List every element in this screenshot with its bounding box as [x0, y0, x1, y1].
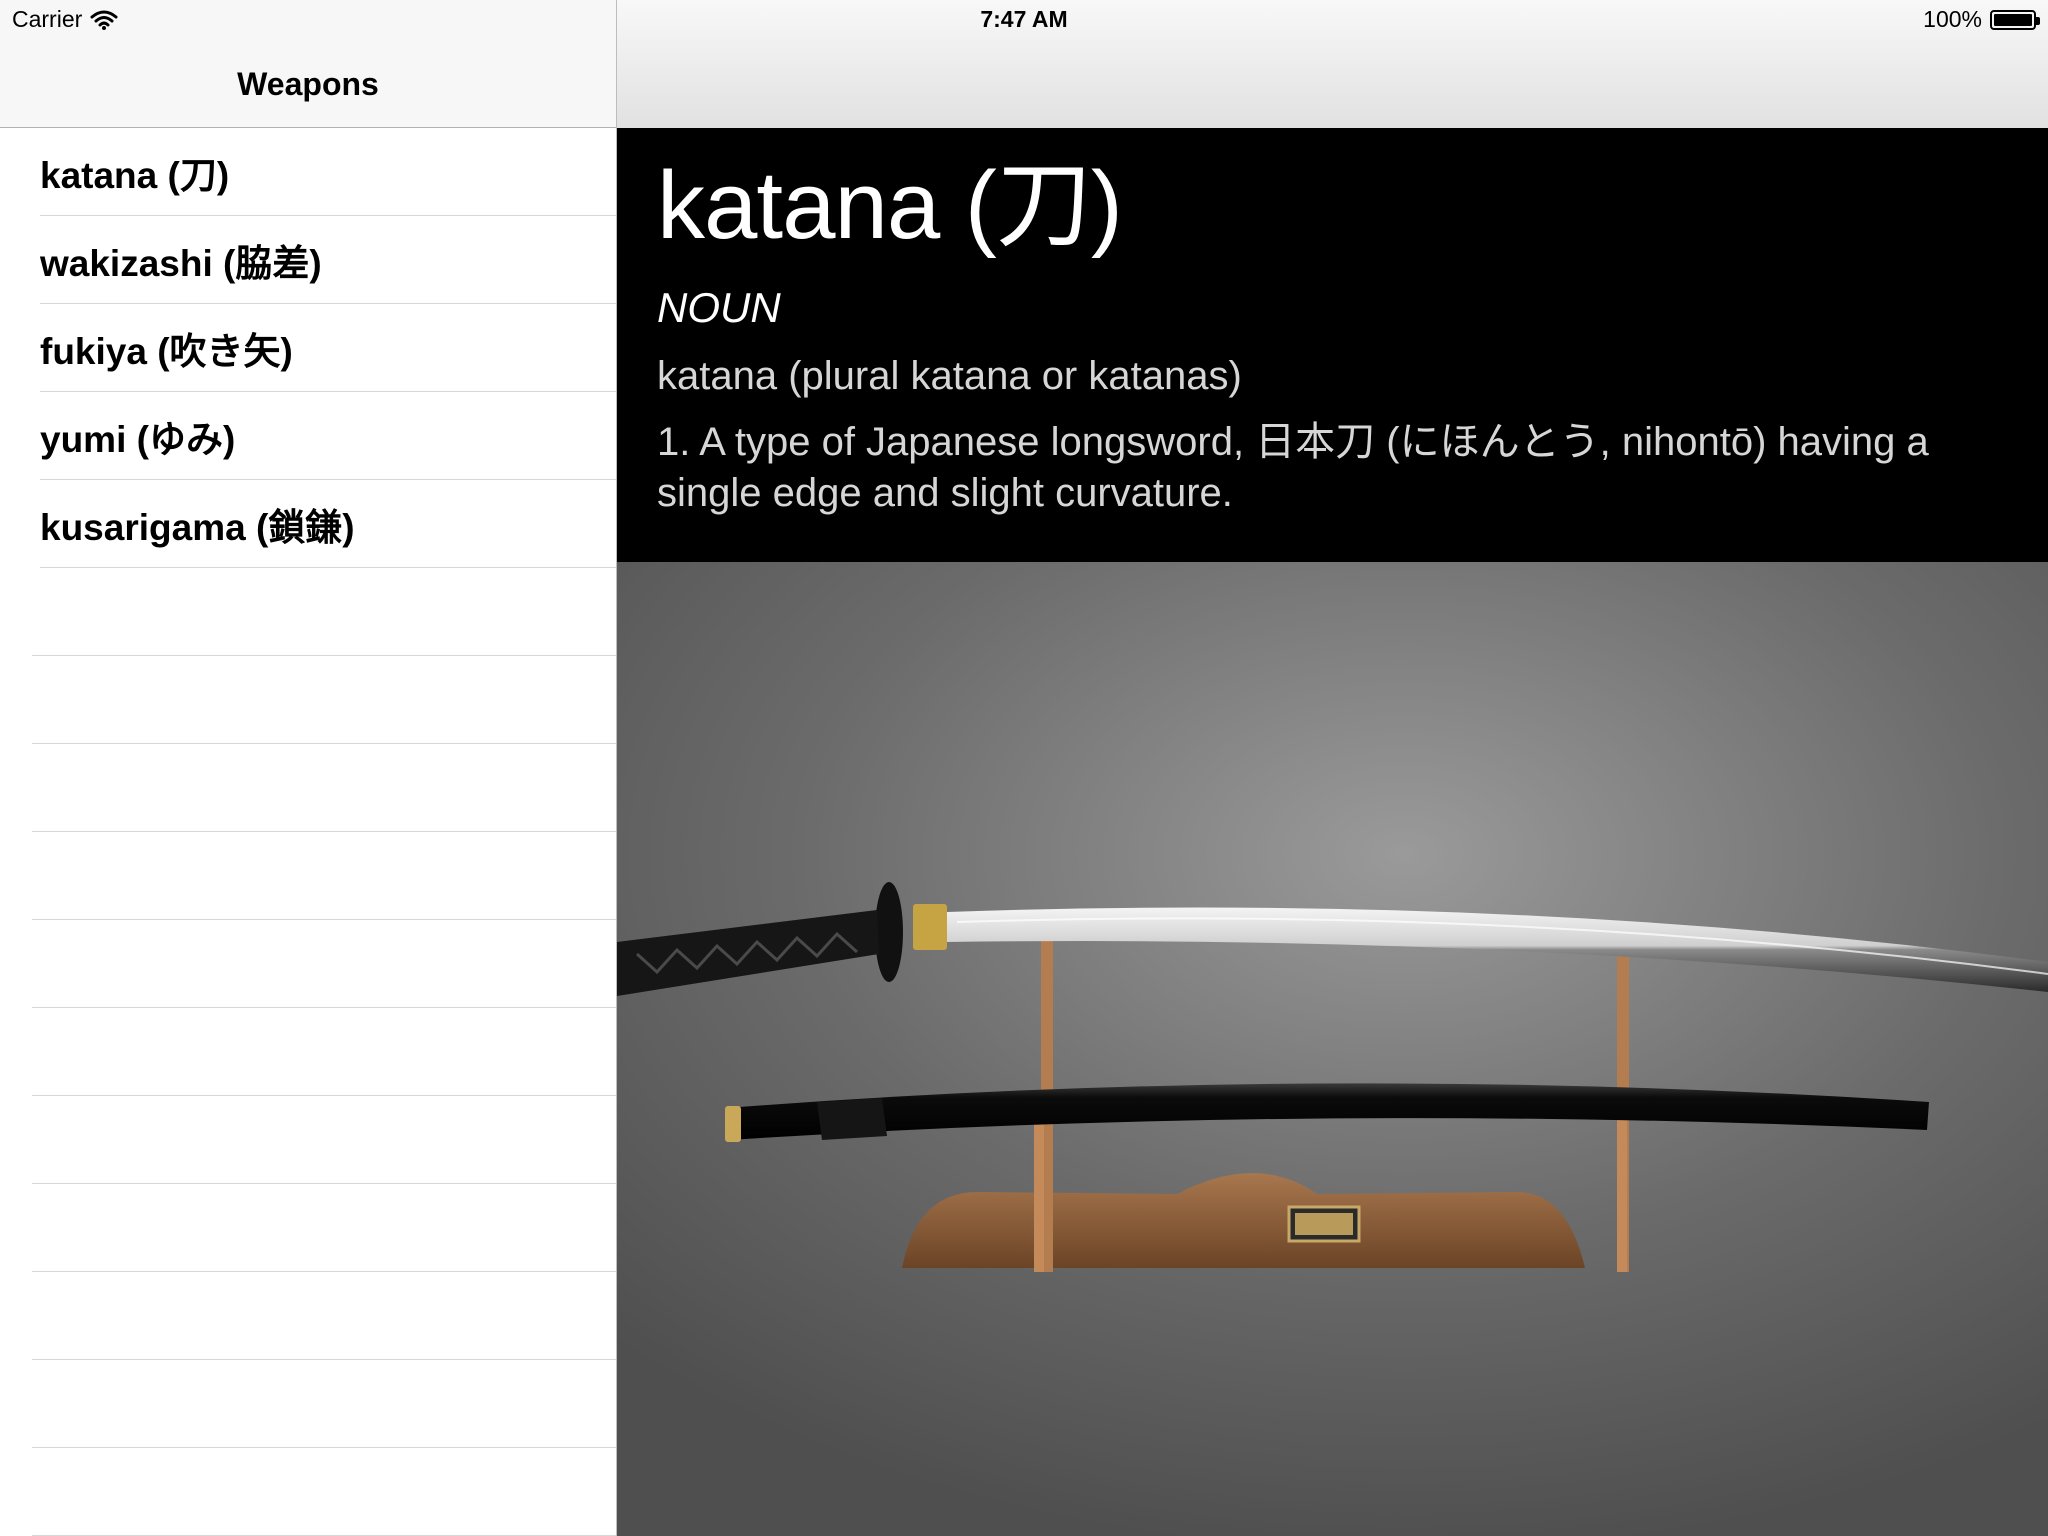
clock: 7:47 AM	[980, 6, 1068, 32]
weapon-row-yumi[interactable]: yumi (ゆみ)	[0, 392, 616, 480]
weapon-list: katana (刀) wakizashi (脇差) fukiya (吹き矢) y…	[0, 128, 616, 568]
empty-row	[0, 568, 616, 656]
habaki	[913, 904, 947, 950]
definition-text: 1. A type of Japanese longsword, 日本刀 (にほ…	[657, 420, 1929, 515]
empty-row	[0, 832, 616, 920]
detail-panel: katana (刀) NOUN katana (plural katana or…	[617, 0, 2048, 1536]
definition-panel: katana (刀) NOUN katana (plural katana or…	[617, 128, 2048, 562]
empty-row	[0, 1184, 616, 1272]
status-bar: Carrier 7:47 AM 100%	[0, 0, 2048, 40]
weapon-label: wakizashi (脇差)	[40, 243, 322, 284]
katana-photo	[617, 562, 2048, 1536]
weapon-label: katana (刀)	[40, 155, 230, 196]
empty-row	[0, 1008, 616, 1096]
scabbard	[727, 1083, 1929, 1140]
stand-lower-arm-left	[1034, 1107, 1044, 1272]
weapon-label: fukiya (吹き矢)	[40, 331, 293, 372]
katana-on-stand-illustration	[617, 882, 2048, 1272]
stand-lower-arm-right	[1617, 1107, 1627, 1272]
weapon-label: yumi (ゆみ)	[40, 419, 236, 460]
plural-form: katana (plural katana or katanas)	[657, 354, 1242, 398]
scabbard-collar	[725, 1106, 741, 1142]
weapon-row-kusarigama[interactable]: kusarigama (鎖鎌)	[0, 480, 616, 568]
master-panel: Weapons katana (刀) wakizashi (脇差) fukiya…	[0, 0, 617, 1536]
weapon-row-wakizashi[interactable]: wakizashi (脇差)	[0, 216, 616, 304]
tsuba	[875, 882, 903, 982]
scabbard-cord	[817, 1098, 887, 1140]
empty-row	[0, 1096, 616, 1184]
battery-level	[1994, 13, 2032, 26]
empty-row	[0, 920, 616, 1008]
battery-icon	[1990, 9, 2040, 30]
empty-table-rows	[0, 568, 616, 1536]
empty-row	[0, 1448, 616, 1536]
empty-row	[0, 744, 616, 832]
weapon-row-fukiya[interactable]: fukiya (吹き矢)	[0, 304, 616, 392]
empty-row	[0, 1360, 616, 1448]
weapon-label: kusarigama (鎖鎌)	[40, 507, 355, 548]
sword-stand-base	[902, 1173, 1585, 1268]
term-title: katana (刀)	[657, 152, 1123, 259]
empty-row	[0, 1272, 616, 1360]
battery-indicator: 100%	[1923, 6, 2040, 33]
battery-percentage: 100%	[1923, 6, 1982, 32]
nameplate-plate	[1295, 1213, 1353, 1235]
part-of-speech: NOUN	[657, 284, 781, 331]
katana-blade	[947, 907, 2048, 992]
empty-row	[0, 656, 616, 744]
master-title: Weapons	[237, 66, 379, 102]
weapon-row-katana[interactable]: katana (刀)	[0, 128, 616, 216]
